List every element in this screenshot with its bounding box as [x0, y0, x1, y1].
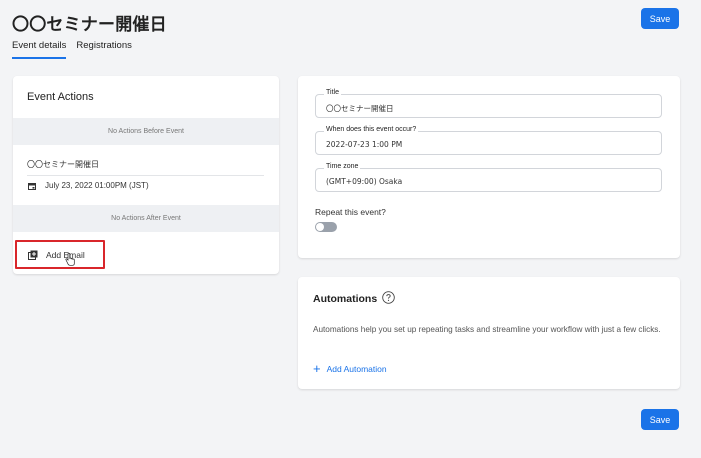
add-email-button[interactable]: Add Email: [28, 250, 85, 260]
title-field-value: 〇〇セミナー開催日: [326, 104, 394, 113]
page-title: 〇〇セミナー開催日: [12, 15, 167, 35]
event-actions-card: Event Actions No Actions Before Event 〇〇…: [13, 76, 279, 274]
timezone-field-label: Time zone: [324, 163, 361, 170]
divider: [27, 175, 264, 176]
timezone-field-value: (GMT+09:00) Osaka: [326, 177, 403, 186]
add-box-icon: [28, 250, 38, 260]
help-icon[interactable]: [382, 291, 395, 304]
automations-description: Automations help you set up repeating ta…: [313, 325, 661, 334]
tab-event-details[interactable]: Event details: [12, 40, 67, 59]
title-field[interactable]: Title 〇〇セミナー開催日: [315, 89, 662, 118]
automations-title: Automations: [313, 293, 378, 305]
toggle-knob: [316, 223, 324, 231]
tab-registrations[interactable]: Registrations: [76, 40, 131, 59]
add-automation-label: Add Automation: [326, 364, 387, 374]
event-name: 〇〇セミナー開催日: [27, 160, 99, 169]
after-event-band: No Actions After Event: [13, 205, 279, 232]
plus-icon: +: [313, 361, 321, 376]
save-button[interactable]: Save: [641, 8, 679, 29]
event-actions-title: Event Actions: [27, 91, 94, 103]
timezone-field[interactable]: Time zone (GMT+09:00) Osaka: [315, 163, 662, 192]
date-time-field[interactable]: When does this event occur? 2022-07-23 1…: [315, 126, 662, 155]
date-time-field-label: When does this event occur?: [324, 126, 419, 133]
event-date: July 23, 2022 01:00PM (JST): [45, 181, 149, 190]
tab-bar: Event details Registrations: [12, 40, 132, 59]
hand-cursor-icon: [65, 253, 75, 266]
automations-card: Automations Automations help you set up …: [298, 277, 680, 389]
event-form-card: Title 〇〇セミナー開催日 When does this event occ…: [298, 76, 680, 258]
repeat-toggle[interactable]: [315, 222, 337, 232]
before-event-band: No Actions Before Event: [13, 118, 279, 145]
repeat-label: Repeat this event?: [315, 207, 386, 217]
add-automation-button[interactable]: + Add Automation: [313, 361, 387, 376]
save-button-bottom[interactable]: Save: [641, 409, 679, 430]
date-time-field-value: 2022-07-23 1:00 PM: [326, 140, 403, 149]
calendar-icon: [28, 183, 36, 190]
title-field-label: Title: [324, 89, 341, 96]
